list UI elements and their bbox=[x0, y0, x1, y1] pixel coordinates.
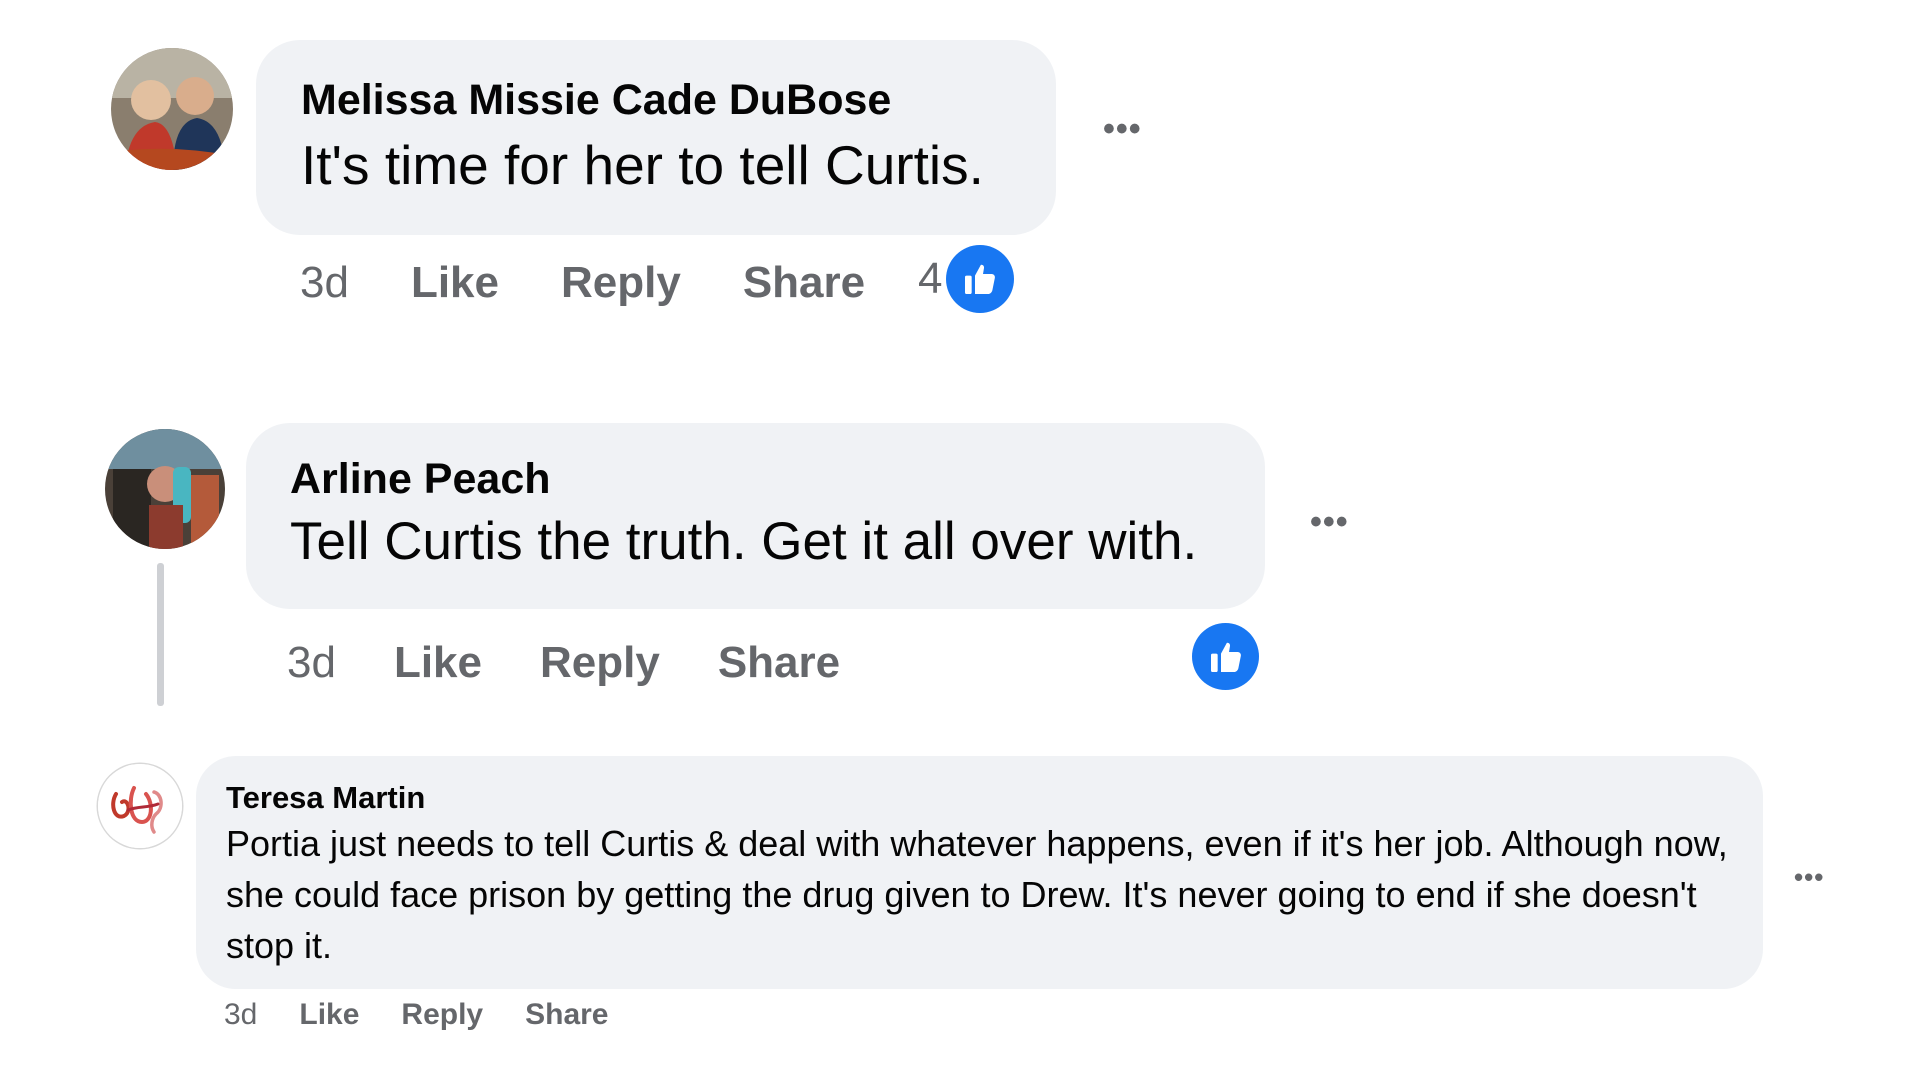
like-thumbs-up-icon bbox=[1192, 623, 1259, 690]
reply-button[interactable]: Reply bbox=[561, 258, 681, 308]
share-button[interactable]: Share bbox=[525, 998, 608, 1032]
comment-timestamp[interactable]: 3d bbox=[300, 258, 349, 308]
comment-text: Portia just needs to tell Curtis & deal … bbox=[226, 823, 1728, 966]
comment-bubble: Teresa Martin Portia just needs to tell … bbox=[196, 756, 1763, 989]
reply-thread-line bbox=[157, 563, 164, 706]
comment-author[interactable]: Teresa Martin bbox=[226, 778, 1763, 818]
reaction-summary[interactable]: 4 bbox=[918, 245, 1015, 313]
comment-bubble: Melissa Missie Cade DuBose It's time for… bbox=[256, 40, 1056, 235]
comment-timestamp[interactable]: 3d bbox=[287, 638, 336, 688]
comment-actions: 3d Like Reply Share bbox=[300, 258, 927, 308]
avatar[interactable] bbox=[111, 48, 233, 170]
reaction-summary[interactable] bbox=[1192, 623, 1259, 690]
comment-actions: 3d Like Reply Share bbox=[287, 638, 898, 688]
comment-timestamp[interactable]: 3d bbox=[224, 998, 257, 1032]
like-button[interactable]: Like bbox=[299, 998, 359, 1032]
like-button[interactable]: Like bbox=[394, 638, 482, 688]
comment-actions: 3d Like Reply Share bbox=[224, 998, 651, 1032]
reply-button[interactable]: Reply bbox=[540, 638, 660, 688]
more-options-icon[interactable]: ••• bbox=[1103, 112, 1142, 146]
like-thumbs-up-icon bbox=[946, 245, 1015, 313]
like-button[interactable]: Like bbox=[411, 258, 499, 308]
comment-author[interactable]: Melissa Missie Cade DuBose bbox=[301, 74, 1056, 126]
reaction-count: 4 bbox=[918, 254, 943, 303]
more-options-icon[interactable]: ••• bbox=[1310, 505, 1349, 539]
avatar[interactable] bbox=[98, 764, 182, 848]
comment-author[interactable]: Arline Peach bbox=[290, 453, 1265, 505]
reply-button[interactable]: Reply bbox=[401, 998, 483, 1032]
comment-bubble: Arline Peach Tell Curtis the truth. Get … bbox=[246, 423, 1265, 609]
avatar[interactable] bbox=[105, 429, 225, 549]
share-button[interactable]: Share bbox=[743, 258, 865, 308]
more-options-icon[interactable]: ••• bbox=[1794, 864, 1824, 890]
share-button[interactable]: Share bbox=[718, 638, 840, 688]
comment-text: It's time for her to tell Curtis. bbox=[301, 134, 984, 196]
comment-text: Tell Curtis the truth. Get it all over w… bbox=[290, 512, 1198, 571]
